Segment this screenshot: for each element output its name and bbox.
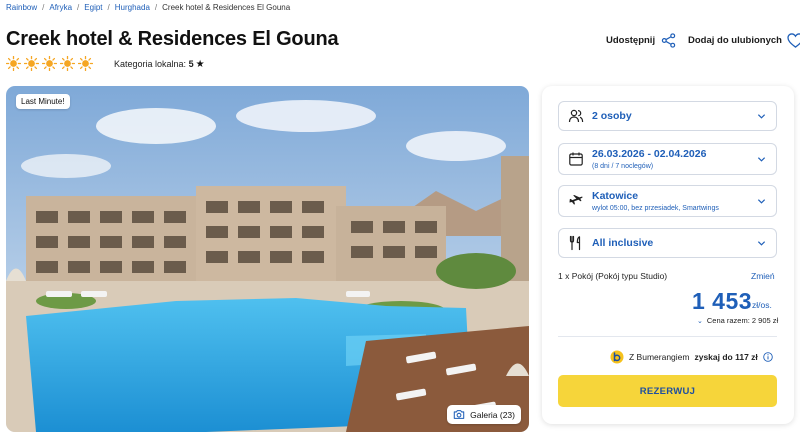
local-category-label: Kategoria lokalna: bbox=[114, 59, 187, 69]
breadcrumb: Rainbow / Afryka / Egipt / Hurghada / Creek hote… bbox=[6, 3, 290, 12]
bumerang-prefix: Z Bumerangiem bbox=[629, 352, 690, 362]
breadcrumb-separator: / bbox=[42, 3, 45, 12]
total-price: Cena razem: 2 905 zł bbox=[706, 316, 779, 325]
bumerang-promo: Z Bumerangiem zyskaj do 117 zł bbox=[610, 350, 773, 364]
booking-panel: 2 osoby 26.03.2026 - 02.04.2026 (8 dni /… bbox=[542, 86, 794, 424]
breadcrumb-link-afryka[interactable]: Afryka bbox=[49, 3, 72, 12]
share-icon bbox=[661, 33, 676, 48]
chevron-down-icon bbox=[757, 157, 766, 162]
hotel-page: Rainbow / Afryka / Egipt / Hurghada / Creek hote… bbox=[0, 0, 800, 438]
room-info: 1 x Pokój (Pokój typu Studio) bbox=[558, 271, 668, 281]
share-label: Udostępnij bbox=[606, 35, 656, 46]
divider bbox=[558, 336, 777, 337]
cutlery-icon bbox=[569, 235, 581, 251]
gallery-button[interactable]: Galeria (23) bbox=[447, 405, 521, 424]
sun-icon bbox=[42, 56, 57, 71]
camera-icon bbox=[453, 410, 465, 419]
breadcrumb-current: Creek hotel & Residences El Gouna bbox=[162, 3, 291, 12]
star-icon: ★ bbox=[195, 59, 205, 70]
price-unit: zł/os. bbox=[752, 300, 772, 310]
favorite-button[interactable]: Dodaj do ulubionych bbox=[688, 33, 800, 48]
breadcrumb-separator: / bbox=[107, 3, 110, 12]
dates-value: 26.03.2026 - 02.04.2026 bbox=[592, 148, 707, 160]
total-price-toggle[interactable]: ⌄ Cena razem: 2 905 zł bbox=[697, 316, 778, 325]
calendar-icon bbox=[569, 152, 583, 166]
sun-rating bbox=[6, 56, 93, 71]
hotel-photo[interactable]: Last Minute! Galeria (23) bbox=[6, 86, 529, 432]
share-button[interactable]: Udostępnij bbox=[606, 33, 676, 48]
persons-select[interactable]: 2 osoby bbox=[558, 101, 777, 131]
dates-select[interactable]: 26.03.2026 - 02.04.2026 (8 dni / 7 nocle… bbox=[558, 143, 777, 175]
breadcrumb-separator: / bbox=[154, 3, 158, 12]
bumerang-amount: zyskaj do 117 zł bbox=[694, 352, 758, 362]
dates-duration: (8 dni / 7 noclegów) bbox=[592, 163, 654, 170]
gallery-label: Galeria (23) bbox=[470, 409, 515, 420]
sun-icon bbox=[6, 56, 21, 71]
chevron-down-icon: ⌄ bbox=[697, 318, 703, 325]
departure-details: wylot 05:00, bez przesiadek, Smartwings bbox=[592, 205, 719, 212]
board-value: All inclusive bbox=[592, 237, 654, 249]
local-category: Kategoria lokalna: 5 ★ bbox=[114, 59, 205, 70]
info-icon[interactable] bbox=[763, 352, 773, 362]
board-select[interactable]: All inclusive bbox=[558, 228, 777, 258]
users-icon bbox=[568, 109, 584, 123]
sun-icon bbox=[78, 56, 93, 71]
chevron-down-icon bbox=[757, 199, 766, 204]
bumerang-logo-icon bbox=[610, 350, 624, 364]
breadcrumb-separator: / bbox=[77, 3, 80, 12]
sun-icon bbox=[24, 56, 39, 71]
departure-value: Katowice bbox=[592, 190, 639, 202]
reserve-button[interactable]: REZERWUJ bbox=[558, 375, 777, 407]
plane-icon bbox=[569, 195, 583, 205]
hotel-pool-illustration bbox=[6, 86, 529, 432]
price-per-person: 1 453 bbox=[692, 288, 753, 314]
departure-select[interactable]: Katowice wylot 05:00, bez przesiadek, Sm… bbox=[558, 185, 777, 217]
breadcrumb-link-hurghada[interactable]: Hurghada bbox=[115, 3, 150, 12]
breadcrumb-link-rainbow[interactable]: Rainbow bbox=[6, 3, 37, 12]
chevron-down-icon bbox=[757, 114, 766, 119]
change-room-link[interactable]: Zmień bbox=[751, 271, 775, 281]
page-title: Creek hotel & Residences El Gouna bbox=[6, 28, 339, 50]
breadcrumb-link-egipt[interactable]: Egipt bbox=[84, 3, 102, 12]
local-category-value: 5 bbox=[188, 59, 194, 69]
chevron-down-icon bbox=[757, 241, 766, 246]
last-minute-badge: Last Minute! bbox=[16, 94, 70, 109]
sun-icon bbox=[60, 56, 75, 71]
persons-value: 2 osoby bbox=[592, 110, 632, 122]
favorite-label: Dodaj do ulubionych bbox=[688, 35, 782, 46]
heart-icon bbox=[787, 33, 800, 48]
